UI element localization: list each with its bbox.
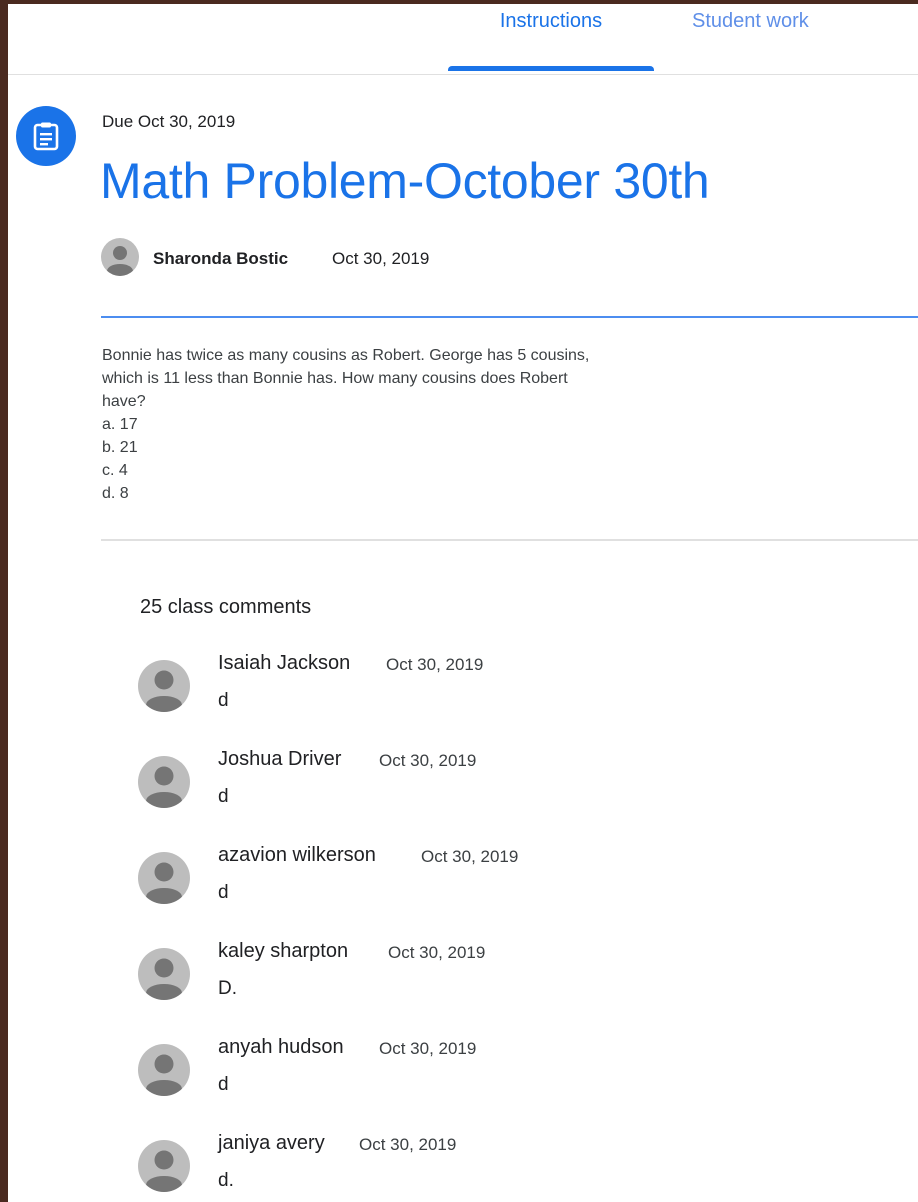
- comment-date: Oct 30, 2019: [421, 847, 519, 866]
- instruction-option: c. 4: [102, 462, 128, 479]
- tab-instructions-label: Instructions: [499, 10, 603, 32]
- comment-item: janiya avery Oct 30, 2019 d.: [138, 1132, 838, 1202]
- comment-date: Oct 30, 2019: [379, 751, 477, 770]
- class-comments-count[interactable]: 25 class comments: [140, 596, 311, 619]
- due-date: Due Oct 30, 2019: [102, 112, 236, 131]
- comment-item: kaley sharpton Oct 30, 2019 D.: [138, 940, 838, 1028]
- commenter-name: anyah hudson: [218, 1036, 344, 1058]
- commenter-avatar: [138, 1044, 190, 1096]
- instruction-line: Bonnie has twice as many cousins as Robe…: [102, 347, 590, 364]
- comment-text: d: [218, 1074, 229, 1095]
- commenter-avatar: [138, 948, 190, 1000]
- person-icon: [146, 862, 182, 904]
- comment-date: Oct 30, 2019: [359, 1135, 457, 1154]
- active-tab-indicator: [448, 66, 654, 71]
- comment-item: Joshua Driver Oct 30, 2019 d: [138, 748, 838, 836]
- commenter-name: Joshua Driver: [218, 748, 342, 770]
- post-date: Oct 30, 2019: [332, 249, 430, 268]
- assignment-title: Math Problem-October 30th: [100, 153, 710, 209]
- person-icon: [146, 958, 182, 1000]
- comment-date: Oct 30, 2019: [379, 1039, 477, 1058]
- comment-date: Oct 30, 2019: [388, 943, 486, 962]
- classroom-assignment-page: Instructions Student work Due Oct 30, 20…: [8, 4, 918, 1202]
- assignment-icon: [16, 106, 76, 166]
- commenter-avatar: [138, 852, 190, 904]
- commenter-name: Isaiah Jackson: [218, 652, 351, 674]
- tab-student-work-label: Student work: [692, 10, 809, 32]
- tab-bar: Instructions Student work: [8, 4, 918, 75]
- instruction-option: b. 21: [102, 439, 138, 456]
- commenter-avatar: [138, 756, 190, 808]
- comment-item: anyah hudson Oct 30, 2019 d: [138, 1036, 838, 1124]
- tab-student-work[interactable]: Student work: [692, 10, 809, 33]
- author-avatar: [101, 238, 139, 276]
- commenter-avatar: [138, 660, 190, 712]
- instruction-option: d. 8: [102, 485, 129, 502]
- comments-divider: [101, 539, 918, 541]
- assignment-instructions: Bonnie has twice as many cousins as Robe…: [102, 344, 742, 505]
- comment-text: d: [218, 786, 229, 807]
- author-name: Sharonda Bostic: [153, 249, 289, 268]
- instruction-option: a. 17: [102, 416, 138, 433]
- instruction-line: which is 11 less than Bonnie has. How ma…: [102, 370, 568, 387]
- commenter-name: kaley sharpton: [218, 940, 349, 962]
- person-icon: [146, 1150, 182, 1192]
- comment-date: Oct 30, 2019: [386, 655, 484, 674]
- person-icon: [146, 670, 182, 712]
- person-icon: [146, 1054, 182, 1096]
- commenter-name: janiya avery: [218, 1132, 325, 1154]
- tab-instructions[interactable]: Instructions: [448, 10, 654, 74]
- commenter-name: azavion wilkerson: [218, 844, 376, 866]
- comment-item: Isaiah Jackson Oct 30, 2019 d: [138, 652, 838, 740]
- header-divider: [101, 316, 918, 318]
- instruction-line: have?: [102, 393, 146, 410]
- comment-text: d: [218, 882, 229, 903]
- person-icon: [107, 246, 133, 276]
- comment-item: azavion wilkerson Oct 30, 2019 d: [138, 844, 838, 932]
- commenter-avatar: [138, 1140, 190, 1192]
- comment-text: D.: [218, 978, 237, 999]
- comment-text: d.: [218, 1170, 234, 1191]
- person-icon: [146, 766, 182, 808]
- comment-text: d: [218, 690, 229, 711]
